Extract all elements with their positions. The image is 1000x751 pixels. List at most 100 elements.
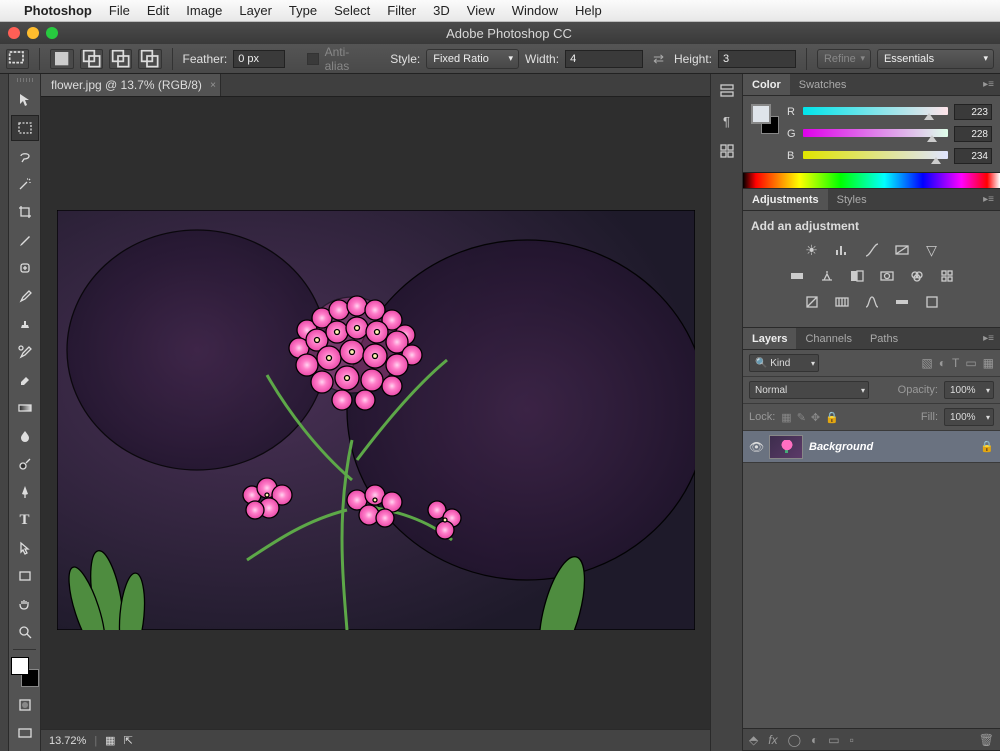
status-info-icon[interactable]: ▦ [105, 734, 115, 747]
menu-layer[interactable]: Layer [239, 3, 272, 18]
panel-color-swatches[interactable] [751, 104, 779, 134]
layer-filter-select[interactable]: 🔍 Kind [749, 354, 819, 372]
feather-input[interactable] [233, 50, 285, 68]
new-layer-icon[interactable]: ▫ [850, 733, 854, 747]
status-share-icon[interactable]: ⇱ [124, 734, 133, 747]
rectangle-tool[interactable] [11, 563, 39, 589]
tab-styles[interactable]: Styles [828, 189, 876, 210]
layer-name[interactable]: Background [809, 441, 873, 453]
b-value[interactable]: 234 [954, 148, 992, 164]
selective-color-icon[interactable] [922, 293, 942, 311]
history-panel-icon[interactable] [716, 80, 738, 102]
eyedropper-tool[interactable] [11, 227, 39, 253]
blend-mode-select[interactable]: Normal [749, 381, 869, 399]
eraser-tool[interactable] [11, 367, 39, 393]
menu-help[interactable]: Help [575, 3, 602, 18]
crop-tool[interactable] [11, 199, 39, 225]
clone-stamp-tool[interactable] [11, 311, 39, 337]
b-slider[interactable] [803, 151, 948, 161]
menu-file[interactable]: File [109, 3, 130, 18]
selection-intersect-icon[interactable] [138, 49, 161, 69]
document-tab[interactable]: flower.jpg @ 13.7% (RGB/8) × [41, 74, 221, 96]
panel-fg-swatch[interactable] [751, 104, 771, 124]
pen-tool[interactable] [11, 479, 39, 505]
panel-menu-icon[interactable]: ▸≡ [977, 333, 1000, 344]
move-tool[interactable] [11, 87, 39, 113]
tab-adjustments[interactable]: Adjustments [743, 189, 828, 210]
tab-layers[interactable]: Layers [743, 328, 796, 349]
swap-dimensions-icon[interactable]: ⇄ [649, 51, 668, 67]
new-group-icon[interactable]: ▭ [828, 733, 839, 747]
lock-position-icon[interactable]: ✥ [811, 411, 820, 424]
zoom-status[interactable]: 13.72% [49, 735, 86, 747]
hue-icon[interactable] [787, 267, 807, 285]
new-adjustment-icon[interactable]: ◐ [811, 733, 818, 747]
layer-thumbnail[interactable] [769, 435, 803, 459]
filter-pixel-icon[interactable]: ▧ [921, 356, 932, 370]
zoom-tool[interactable] [11, 619, 39, 645]
screen-mode-tool[interactable] [11, 720, 39, 746]
threshold-icon[interactable] [862, 293, 882, 311]
tab-channels[interactable]: Channels [796, 328, 860, 349]
menu-edit[interactable]: Edit [147, 3, 169, 18]
layer-visibility-icon[interactable]: 👁 [749, 440, 763, 454]
tool-preset-picker[interactable] [6, 49, 29, 69]
curves-icon[interactable] [862, 241, 882, 259]
menu-image[interactable]: Image [186, 3, 222, 18]
gradient-tool[interactable] [11, 395, 39, 421]
invert-icon[interactable] [802, 293, 822, 311]
photo-filter-icon[interactable] [877, 267, 897, 285]
dodge-tool[interactable] [11, 451, 39, 477]
lasso-tool[interactable] [11, 143, 39, 169]
hand-tool[interactable] [11, 591, 39, 617]
refine-button[interactable]: Refine [817, 49, 871, 69]
g-value[interactable]: 228 [954, 126, 992, 142]
posterize-icon[interactable] [832, 293, 852, 311]
fill-input[interactable]: 100% [944, 408, 994, 426]
workspace-switcher[interactable]: Essentials [877, 49, 994, 69]
magic-wand-tool[interactable] [11, 171, 39, 197]
delete-layer-icon[interactable]: 🗑 [979, 733, 994, 747]
menu-window[interactable]: Window [512, 3, 558, 18]
layer-lock-icon[interactable]: 🔒 [980, 440, 994, 453]
canvas-area[interactable] [41, 97, 710, 729]
menu-type[interactable]: Type [289, 3, 317, 18]
brush-tool[interactable] [11, 283, 39, 309]
tab-swatches[interactable]: Swatches [790, 74, 856, 95]
exposure-icon[interactable] [892, 241, 912, 259]
tab-color[interactable]: Color [743, 74, 790, 95]
brightness-icon[interactable]: ☀ [802, 241, 822, 259]
height-input[interactable] [718, 50, 796, 68]
foreground-color-swatch[interactable] [11, 657, 29, 675]
selection-new-icon[interactable] [50, 49, 73, 69]
path-selection-tool[interactable] [11, 535, 39, 561]
type-tool[interactable]: T [11, 507, 39, 533]
lock-all-icon[interactable]: 🔒 [825, 411, 839, 424]
color-swatches-tool[interactable] [11, 657, 39, 687]
panel-grab-icon[interactable] [9, 78, 40, 86]
gradient-map-icon[interactable] [892, 293, 912, 311]
link-layers-icon[interactable]: ⬘ [749, 733, 758, 747]
menu-view[interactable]: View [467, 3, 495, 18]
color-lookup-icon[interactable] [937, 267, 957, 285]
lock-transparency-icon[interactable]: ▦ [781, 411, 791, 424]
filter-smart-icon[interactable]: ▦ [983, 356, 994, 370]
marquee-tool[interactable] [11, 115, 39, 141]
selection-add-icon[interactable] [80, 49, 103, 69]
color-balance-icon[interactable] [817, 267, 837, 285]
r-value[interactable]: 223 [954, 104, 992, 120]
properties-panel-icon[interactable] [716, 140, 738, 162]
history-brush-tool[interactable] [11, 339, 39, 365]
width-input[interactable] [565, 50, 643, 68]
blur-tool[interactable] [11, 423, 39, 449]
layer-item[interactable]: 👁 Background 🔒 [743, 431, 1000, 463]
r-slider[interactable] [803, 107, 948, 117]
levels-icon[interactable] [832, 241, 852, 259]
filter-adjustment-icon[interactable]: ◐ [939, 356, 946, 370]
layer-mask-icon[interactable]: ◯ [788, 733, 801, 747]
opacity-input[interactable]: 100% [944, 381, 994, 399]
lock-pixels-icon[interactable]: ✎ [797, 411, 806, 424]
filter-type-icon[interactable]: T [952, 356, 959, 370]
layer-fx-icon[interactable]: fx [768, 733, 777, 747]
close-tab-icon[interactable]: × [210, 80, 216, 91]
